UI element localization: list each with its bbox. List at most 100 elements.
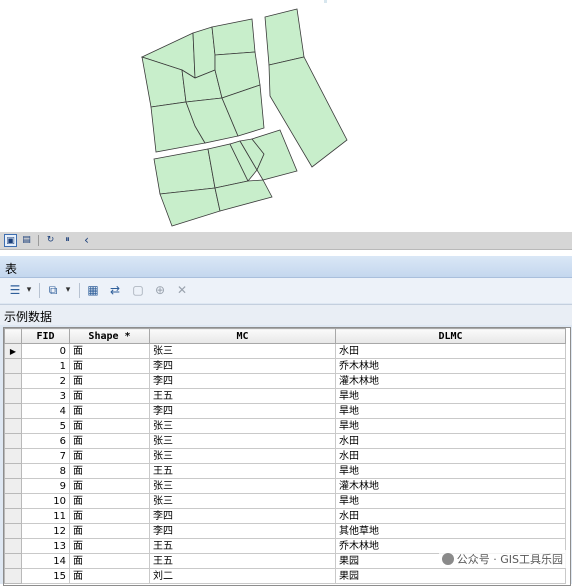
cell-dlmc[interactable]: 旱地 [335,388,566,404]
row-selector[interactable] [4,568,22,584]
cell-shape[interactable]: 面 [69,448,150,464]
cell-dlmc[interactable]: 水田 [335,448,566,464]
cell-fid[interactable]: 9 [21,478,70,494]
clear-selection-icon[interactable]: ▢ [130,283,146,298]
switch-selection-icon[interactable]: ⇄ [107,283,123,298]
delete-selected-icon[interactable]: ✕ [174,283,190,298]
cell-shape[interactable]: 面 [69,508,150,524]
cell-shape[interactable]: 面 [69,403,150,419]
cell-fid[interactable]: 5 [21,418,70,434]
cell-dlmc[interactable]: 灌木林地 [335,373,566,389]
cell-dlmc[interactable]: 灌木林地 [335,478,566,494]
dropdown-arrow-icon[interactable]: ▾ [24,283,34,298]
cell-mc[interactable]: 李四 [149,358,336,374]
table-row[interactable]: 5 面张三 旱地 [4,418,566,434]
row-selector[interactable] [4,493,22,509]
table-row[interactable]: ▶ 0 面张三 水田 [4,343,566,359]
select-by-attributes-icon[interactable]: ▦ [85,283,101,298]
cell-fid[interactable]: 6 [21,433,70,449]
parcel-map[interactable] [0,0,572,232]
row-selector[interactable] [4,553,22,569]
column-header-fid[interactable]: FID [21,328,70,344]
cell-fid[interactable]: 2 [21,373,70,389]
cell-fid[interactable]: 12 [21,523,70,539]
cell-mc[interactable]: 刘二 [149,568,336,584]
attribute-grid[interactable]: FID Shape * MC DLMC ▶ 0 面张三 水田 1 面李四 乔木林地 2 面李四灌… [3,327,571,586]
cell-shape[interactable]: 面 [69,343,150,359]
cell-fid[interactable]: 8 [21,463,70,479]
cell-mc[interactable]: 李四 [149,523,336,539]
table-row[interactable]: 2 面李四 灌木林地 [4,373,566,389]
cell-mc[interactable]: 李四 [149,508,336,524]
cell-fid[interactable]: 7 [21,448,70,464]
cell-shape[interactable]: 面 [69,493,150,509]
table-options-icon[interactable]: ☰ [8,283,22,298]
land-parcel[interactable] [159,187,221,227]
zoom-to-selected-icon[interactable]: ⊕ [152,283,168,298]
layer-tab[interactable]: 示例数据 [0,304,572,325]
table-row[interactable]: 4 面李四 旱地 [4,403,566,419]
cell-fid[interactable]: 10 [21,493,70,509]
cell-dlmc[interactable]: 果园 [335,568,566,584]
cell-shape[interactable]: 面 [69,538,150,554]
cell-shape[interactable]: 面 [69,373,150,389]
cell-dlmc[interactable]: 旱地 [335,493,566,509]
cell-mc[interactable]: 王五 [149,538,336,554]
cell-fid[interactable]: 13 [21,538,70,554]
cell-mc[interactable]: 王五 [149,388,336,404]
land-parcel[interactable] [264,8,305,66]
cell-fid[interactable]: 14 [21,553,70,569]
cell-dlmc[interactable]: 水田 [335,343,566,359]
cell-fid[interactable]: 0 [21,343,70,359]
data-view-icon[interactable]: ▣ [4,234,17,247]
row-selector[interactable] [4,523,22,539]
cell-mc[interactable]: 张三 [149,418,336,434]
cell-mc[interactable]: 张三 [149,493,336,509]
cell-mc[interactable]: 张三 [149,478,336,494]
table-row[interactable]: 15 面刘二 果园 [4,568,566,584]
table-row[interactable]: 8 面王五 旱地 [4,463,566,479]
cell-shape[interactable]: 面 [69,388,150,404]
chevron-left-icon[interactable]: ‹ [80,234,93,247]
cell-dlmc[interactable]: 旱地 [335,403,566,419]
dropdown-arrow-icon[interactable]: ▾ [63,283,73,298]
table-row[interactable]: 12 面李四 其他草地 [4,523,566,539]
table-window-titlebar[interactable]: 表 [0,256,572,278]
cell-shape[interactable]: 面 [69,418,150,434]
table-row[interactable]: 1 面李四 乔木林地 [4,358,566,374]
cell-shape[interactable]: 面 [69,433,150,449]
cell-mc[interactable]: 张三 [149,343,336,359]
cell-shape[interactable]: 面 [69,568,150,584]
cell-mc[interactable]: 张三 [149,448,336,464]
cell-fid[interactable]: 15 [21,568,70,584]
land-parcel[interactable] [211,18,256,56]
cell-dlmc[interactable]: 其他草地 [335,523,566,539]
column-header-dlmc[interactable]: DLMC [335,328,566,344]
cell-fid[interactable]: 1 [21,358,70,374]
cell-fid[interactable]: 4 [21,403,70,419]
cell-dlmc[interactable]: 旱地 [335,463,566,479]
land-parcel[interactable] [153,148,216,195]
row-selector[interactable] [4,403,22,419]
cell-dlmc[interactable]: 乔木林地 [335,358,566,374]
row-selector[interactable] [4,433,22,449]
row-selector[interactable] [4,448,22,464]
map-view[interactable] [0,0,572,233]
column-header-mc[interactable]: MC [149,328,336,344]
cell-shape[interactable]: 面 [69,523,150,539]
row-selector[interactable] [4,538,22,554]
row-selector[interactable] [4,358,22,374]
cell-mc[interactable]: 李四 [149,373,336,389]
row-selector[interactable] [4,388,22,404]
cell-fid[interactable]: 11 [21,508,70,524]
cell-mc[interactable]: 李四 [149,403,336,419]
row-selector[interactable] [4,373,22,389]
cell-fid[interactable]: 3 [21,388,70,404]
cell-dlmc[interactable]: 旱地 [335,418,566,434]
related-tables-icon[interactable]: ⧉ [45,283,61,298]
cell-shape[interactable]: 面 [69,463,150,479]
row-selector[interactable] [4,463,22,479]
row-selector[interactable] [4,478,22,494]
cell-shape[interactable]: 面 [69,478,150,494]
table-row[interactable]: 9 面张三 灌木林地 [4,478,566,494]
